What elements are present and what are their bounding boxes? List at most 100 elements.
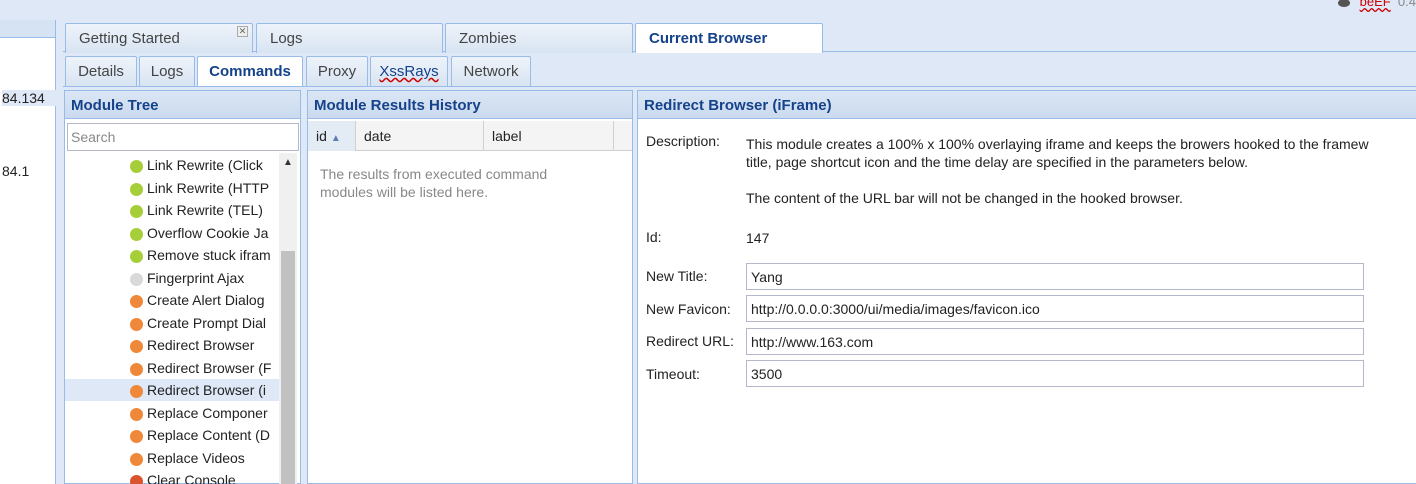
status-dot-icon (130, 362, 143, 376)
browser-ip-item[interactable]: 84.134 (2, 90, 56, 106)
tab-getting-started[interactable]: Getting Started ✕ (65, 23, 253, 53)
browser-ip-item[interactable]: 84.1 (2, 163, 29, 179)
module-tree-item-label: Link Rewrite (HTTP (147, 179, 270, 196)
tab-logs[interactable]: Logs (139, 56, 195, 86)
timeout-field[interactable]: 3500 (746, 360, 1364, 387)
column-label: date (364, 128, 392, 144)
module-detail-panel: Redirect Browser (iFrame) Description: T… (637, 90, 1416, 484)
module-tree-item-label: Replace Content (D (147, 427, 270, 443)
tab-proxy[interactable]: Proxy (306, 56, 368, 86)
module-description: This module creates a 100% x 100% overla… (746, 135, 1416, 207)
timeout-label: Timeout: (646, 366, 700, 382)
module-tree-item[interactable]: Replace Videos (65, 447, 279, 469)
tab-label: Logs (270, 30, 303, 47)
description-line: The content of the URL bar will not be c… (746, 190, 1183, 206)
tab-xssrays[interactable]: XssRays (370, 56, 448, 86)
status-dot-icon (130, 452, 143, 466)
module-tree-item[interactable]: Link Rewrite (HTTP (65, 177, 279, 199)
status-dot-icon (130, 430, 143, 443)
module-tree-item-label: Create Alert Dialog (147, 292, 265, 308)
module-tree-item-label: Fingerprint Ajax (147, 269, 245, 286)
column-label: id (316, 128, 327, 144)
status-dot-icon (130, 160, 143, 173)
module-tree-item[interactable]: Link Rewrite (Click (65, 154, 279, 176)
module-tree-item[interactable]: Redirect Browser (i (65, 379, 279, 401)
top-strip: beEF 0.4 (0, 0, 1416, 20)
status-dot-icon (130, 475, 143, 484)
module-tree-item[interactable]: Overflow Cookie Ja (65, 222, 279, 244)
module-tree-item[interactable]: Replace Componer (65, 402, 279, 424)
module-tree-item-label: Link Rewrite (TEL) (147, 202, 263, 218)
beef-logo-icon (1337, 0, 1350, 7)
tab-label: Getting Started (79, 30, 180, 47)
close-icon[interactable]: ✕ (237, 26, 248, 37)
module-tree-item[interactable]: Clear Console (65, 469, 279, 484)
tab-network[interactable]: Network (451, 56, 531, 86)
status-dot-icon (130, 407, 143, 421)
column-date[interactable]: date (356, 121, 484, 151)
module-tree-item-label: Redirect Browser (147, 337, 255, 353)
status-dot-icon (130, 272, 143, 286)
module-tree-item-label: Redirect Browser (F (147, 359, 272, 376)
tree-scrollbar[interactable]: ▲ (279, 153, 297, 484)
status-dot-icon (130, 227, 143, 241)
scrollbar-thumb[interactable] (281, 251, 295, 484)
main-tab-bar: Getting Started ✕ Logs Zombies Current B… (63, 20, 1416, 53)
hooked-browsers-header (0, 20, 55, 38)
scroll-up-icon[interactable]: ▲ (283, 157, 293, 168)
description-line: title, page shortcut icon and the time d… (746, 154, 1248, 170)
tab-details[interactable]: Details (65, 56, 137, 86)
redirect-url-field[interactable]: http://www.163.com (746, 328, 1364, 355)
status-dot-icon (130, 205, 143, 218)
module-tree-title: Module Tree (65, 91, 300, 119)
tab-current-browser[interactable]: Current Browser (635, 23, 823, 53)
status-dot-icon (130, 295, 143, 308)
description-line: This module creates a 100% x 100% overla… (746, 136, 1369, 152)
new-title-field[interactable]: Yang (746, 263, 1364, 290)
tab-label: Logs (150, 63, 184, 80)
module-tree-item-label: Replace Componer (147, 404, 268, 421)
module-tree-item-label: Create Prompt Dial (147, 314, 267, 331)
tab-label: Zombies (459, 30, 517, 47)
tab-logs[interactable]: Logs (256, 23, 443, 53)
tab-label: Commands (209, 63, 291, 80)
module-tree-item-label: Replace Videos (147, 449, 245, 466)
sub-tab-bar: Details Logs Commands Proxy XssRays Netw… (63, 53, 1416, 87)
module-detail-title: Redirect Browser (iFrame) (638, 91, 1416, 119)
new-favicon-label: New Favicon: (646, 301, 731, 317)
tab-label: XssRays (379, 63, 439, 80)
module-tree-panel: Module Tree Search Link Rewrite (Click Li… (64, 90, 301, 484)
new-favicon-field[interactable]: http://0.0.0.0:3000/ui/media/images/favi… (746, 295, 1364, 322)
tab-label: Details (78, 63, 124, 80)
module-tree-item[interactable]: Link Rewrite (TEL) (65, 199, 279, 221)
module-tree-item[interactable]: Create Prompt Dial (65, 312, 279, 334)
description-label: Description: (646, 133, 720, 149)
module-tree-item-label: Overflow Cookie Ja (147, 224, 269, 241)
module-tree-item[interactable]: Redirect Browser (65, 334, 279, 356)
tab-commands[interactable]: Commands (197, 56, 303, 86)
module-tree-item[interactable]: Replace Content (D (65, 424, 279, 446)
search-input[interactable]: Search (67, 123, 299, 151)
id-value: 147 (746, 230, 770, 246)
results-grid-header: id ▲ date label (308, 121, 632, 151)
redirect-url-label: Redirect URL: (646, 333, 734, 349)
module-tree-item[interactable]: Redirect Browser (F (65, 357, 279, 379)
module-tree-item[interactable]: Remove stuck ifram (65, 244, 279, 266)
column-id[interactable]: id ▲ (308, 121, 356, 151)
empty-results-message: The results from executed command module… (320, 166, 548, 200)
module-tree-item-label: Redirect Browser (i (147, 382, 267, 398)
module-results-panel: Module Results History id ▲ date label Th… (307, 90, 633, 484)
column-label[interactable]: label (484, 121, 614, 151)
hooked-browsers-panel: 84.134 84.1 (0, 20, 56, 484)
id-label: Id: (646, 229, 662, 245)
app-name: beEF (1359, 0, 1391, 9)
module-tree-item[interactable]: Create Alert Dialog (65, 289, 279, 311)
status-dot-icon (130, 340, 143, 353)
module-title-text: Redirect Browser (iFrame) (644, 97, 832, 114)
module-tree-list: Link Rewrite (Click Link Rewrite (HTTP Lin… (65, 153, 279, 484)
app-brand: beEF 0.4 (1337, 0, 1416, 9)
tab-zombies[interactable]: Zombies (445, 23, 633, 53)
status-dot-icon (130, 385, 143, 398)
sort-asc-icon: ▲ (330, 133, 341, 144)
module-tree-item[interactable]: Fingerprint Ajax (65, 267, 279, 289)
